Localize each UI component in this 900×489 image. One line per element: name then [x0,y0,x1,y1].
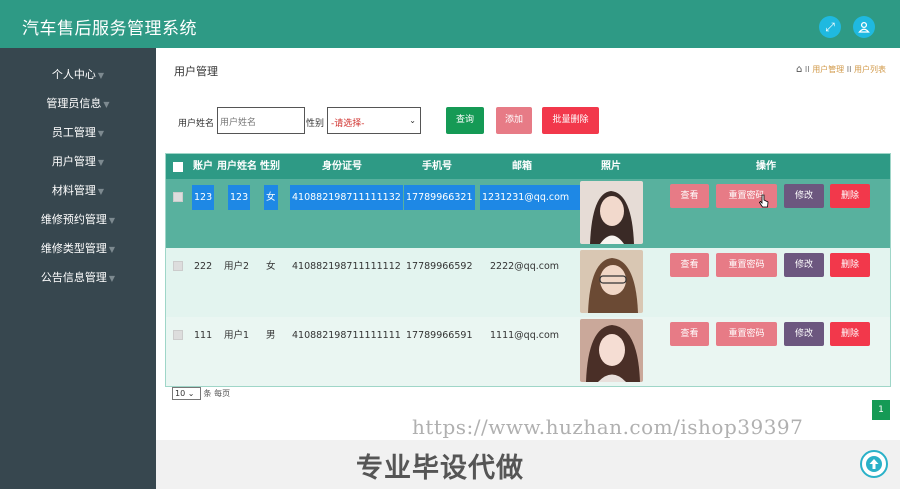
per-page-label: 条 每页 [203,389,231,398]
column-header: 性别 [260,161,280,172]
email-cell: 1231231@qq.com [480,185,584,210]
chevron-down-icon: ▼ [108,274,116,283]
name-cell: 用户1 [224,330,250,341]
breadcrumb: ⌂ II 用户管理 II 用户列表 [796,64,886,75]
delete-button[interactable]: 删除 [830,253,870,277]
promo-text: 专业毕设代做 [356,453,524,484]
name-search-input[interactable]: 用户姓名 [217,107,305,134]
sidebar-item-notices[interactable]: 公告信息管理 ▼ [0,267,156,289]
delete-button[interactable]: 删除 [830,184,870,208]
id-card-cell: 410882198711111132 [290,185,403,210]
breadcrumb-item[interactable]: 用户管理 [812,65,844,74]
column-header: 账户 [193,161,213,172]
row-checkbox[interactable] [173,330,183,340]
row-checkbox[interactable] [173,192,183,202]
bottom-banner: 专业毕设代做 [156,440,900,489]
home-icon[interactable]: ⌂ [796,64,802,75]
arrow-up-icon [866,456,882,472]
breadcrumb-item: 用户列表 [854,65,886,74]
chevron-down-icon: ▼ [97,129,105,138]
sidebar-item-users[interactable]: 用户管理 ▼ [0,151,156,173]
gender-filter-label: 性别 [306,119,325,129]
chevron-down-icon: ▼ [97,71,105,80]
batch-delete-button[interactable]: 批量删除 [542,107,599,134]
name-cell: 用户2 [224,261,250,272]
account-cell: 123 [192,185,215,210]
table-row[interactable]: 222 用户2 女 410882198711111112 17789966592… [166,248,890,317]
query-button[interactable]: 查询 [446,107,484,134]
account-cell: 111 [194,330,213,341]
fullscreen-button[interactable]: ⤢ [819,16,841,38]
row-checkbox[interactable] [173,261,183,271]
column-header: 用户姓名 [217,161,257,172]
cursor-icon [759,194,769,208]
back-to-top-button[interactable] [860,450,888,478]
view-button[interactable]: 查看 [670,322,709,346]
edit-button[interactable]: 修改 [784,253,824,277]
add-button[interactable]: 添加 [496,107,532,134]
chevron-down-icon: ▼ [108,245,116,254]
email-cell: 1111@qq.com [490,330,560,341]
expand-icon: ⤢ [825,20,835,34]
user-icon [858,21,870,33]
user-photo [580,250,643,313]
edit-button[interactable]: 修改 [784,322,824,346]
phone-cell: 17789966591 [406,330,473,341]
delete-button[interactable]: 删除 [830,322,870,346]
name-filter-label: 用户姓名 [178,119,215,129]
name-cell: 123 [228,185,251,210]
reset-password-button[interactable]: 重置密码 [716,253,777,277]
page-title: 用户管理 [174,65,218,78]
phone-cell: 17789966321 [404,185,475,210]
chevron-down-icon: ▼ [108,216,116,225]
sidebar-item-materials[interactable]: 材料管理 ▼ [0,180,156,202]
gender-select[interactable]: -请选择- ⌄ [327,107,421,134]
page-number-button[interactable]: 1 [872,400,890,420]
id-card-cell: 410882198711111112 [292,261,401,272]
phone-cell: 17789966592 [406,261,473,272]
email-cell: 2222@qq.com [490,261,560,272]
table-row[interactable]: 111 用户1 男 410882198711111111 17789966591… [166,317,890,386]
sidebar-item-profile[interactable]: 个人中心 ▼ [0,64,156,86]
user-photo [580,319,643,382]
user-photo [580,181,643,244]
sidebar: 个人中心 ▼ 管理员信息 ▼ 员工管理 ▼ 用户管理 ▼ 材料管理 ▼ 维修预约管理 ▼ 维… [0,48,156,489]
gender-cell: 男 [266,330,276,341]
chevron-down-icon: ▼ [103,100,110,109]
select-all-checkbox[interactable] [173,162,183,172]
column-header: 手机号 [422,161,452,172]
page-size-select[interactable]: 10 ⌄ [172,387,201,400]
sidebar-item-repair-types[interactable]: 维修类型管理 ▼ [0,238,156,260]
column-header: 邮箱 [512,161,532,172]
id-card-cell: 410882198711111111 [292,330,401,341]
edit-button[interactable]: 修改 [784,184,824,208]
gender-cell: 女 [264,185,278,210]
chevron-down-icon: ▼ [97,187,105,196]
gender-cell: 女 [266,261,276,272]
sidebar-item-repair-booking[interactable]: 维修预约管理 ▼ [0,209,156,231]
column-header: 照片 [601,161,621,172]
column-header: 身份证号 [322,161,362,172]
watermark-text: https://www.huzhan.com/ishop39397 [412,415,804,439]
user-button[interactable] [853,16,875,38]
table-row[interactable]: 123 123 女 410882198711111132 17789966321… [166,179,890,248]
sidebar-item-employees[interactable]: 员工管理 ▼ [0,122,156,144]
reset-password-button[interactable]: 重置密码 [716,322,777,346]
top-header: 汽车售后服务管理系统 ⤢ [0,0,900,48]
sidebar-item-admins[interactable]: 管理员信息 ▼ [0,93,156,115]
view-button[interactable]: 查看 [670,253,709,277]
page-size-control: 10 ⌄ 条 每页 [172,387,230,400]
main-content: 用户管理 ⌂ II 用户管理 II 用户列表 用户姓名 用户姓名 性别 -请选择… [156,48,900,440]
view-button[interactable]: 查看 [670,184,709,208]
chevron-down-icon: ⌄ [409,116,416,125]
account-cell: 222 [194,261,213,272]
chevron-down-icon: ▼ [97,158,105,167]
column-header: 操作 [756,161,776,172]
app-title: 汽车售后服务管理系统 [22,19,197,39]
users-table: 账户 用户姓名 性别 身份证号 手机号 邮箱 照片 操作 123 123 女 4… [165,153,891,387]
table-header: 账户 用户姓名 性别 身份证号 手机号 邮箱 照片 操作 [166,154,890,179]
